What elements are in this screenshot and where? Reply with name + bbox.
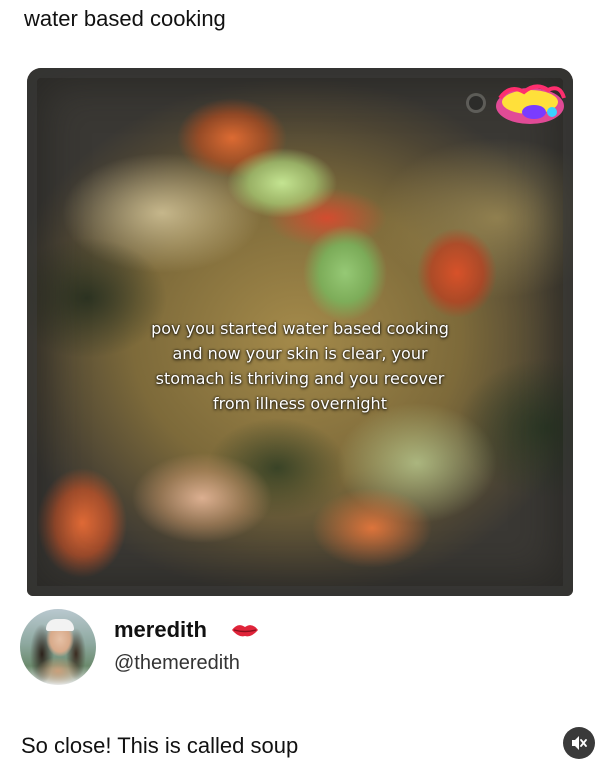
lips-icon <box>232 625 258 637</box>
mute-button[interactable] <box>563 727 595 759</box>
author-name[interactable]: meredith <box>114 616 207 644</box>
avatar[interactable] <box>20 609 96 685</box>
avatar-cap <box>46 619 74 631</box>
reply-text: So close! This is called soup <box>21 733 299 758</box>
video-overlay-caption: pov you started water based cooking and … <box>27 316 573 416</box>
overlay-line: pov you started water based cooking <box>151 319 449 338</box>
soup-photo[interactable]: pov you started water based cooking and … <box>27 68 573 596</box>
author-handle[interactable]: @themeredith <box>114 650 240 676</box>
quoted-author[interactable]: meredith @themeredith <box>20 609 420 689</box>
speaker-muted-icon <box>572 736 587 750</box>
cooking-sticker-icon <box>496 84 566 124</box>
overlay-line: from illness overnight <box>213 394 387 413</box>
overlay-line: stomach is thriving and you recover <box>155 369 445 388</box>
post-caption: water based cooking <box>24 6 226 31</box>
pot-rivet <box>469 96 483 110</box>
overlay-line: and now your skin is clear, your <box>172 344 428 363</box>
